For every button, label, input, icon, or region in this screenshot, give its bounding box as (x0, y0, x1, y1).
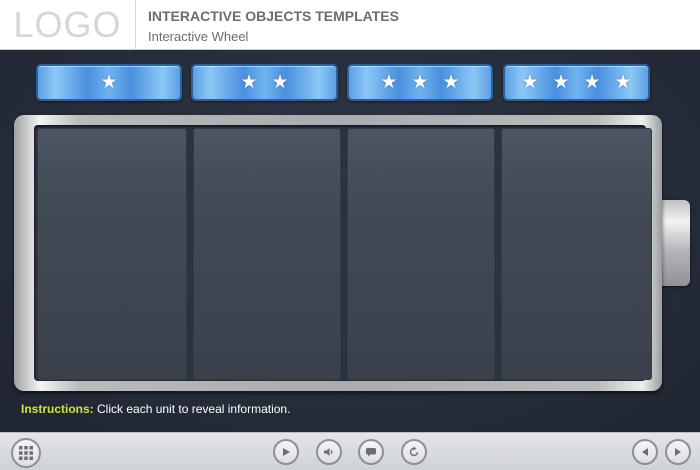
star-icon: ★ (100, 72, 118, 93)
star-icon: ★ (271, 72, 289, 93)
instructions-label: Instructions: (21, 402, 94, 416)
player-control-bar (0, 432, 700, 470)
page-title: INTERACTIVE OBJECTS TEMPLATES (148, 8, 399, 24)
header: LOGO INTERACTIVE OBJECTS TEMPLATES Inter… (0, 0, 700, 50)
next-arrow-icon (675, 448, 681, 456)
page-subtitle: Interactive Wheel (148, 29, 249, 44)
captions-button[interactable] (358, 439, 384, 465)
audio-button[interactable] (316, 439, 342, 465)
previous-button[interactable] (632, 439, 658, 465)
play-icon (283, 448, 290, 456)
battery-terminal (660, 200, 690, 286)
logo: LOGO (0, 0, 136, 50)
battery-unit-1[interactable] (37, 128, 187, 380)
play-button[interactable] (273, 439, 299, 465)
battery-unit-4[interactable] (501, 128, 652, 380)
star-icon: ★ (583, 72, 601, 93)
star-icon: ★ (411, 72, 429, 93)
battery-unit-3[interactable] (347, 128, 495, 380)
star-icon: ★ (240, 72, 258, 93)
replay-icon (409, 446, 419, 457)
prev-arrow-icon (642, 448, 648, 456)
star-icon: ★ (442, 72, 460, 93)
battery-unit-2[interactable] (193, 128, 341, 380)
star-icon: ★ (380, 72, 398, 93)
tab-one-star[interactable]: ★ (36, 64, 182, 101)
instructions: Instructions: Click each unit to reveal … (21, 402, 290, 416)
tab-three-stars[interactable]: ★ ★ ★ (347, 64, 493, 101)
next-button[interactable] (665, 439, 691, 465)
star-icon: ★ (614, 72, 632, 93)
replay-button[interactable] (401, 439, 427, 465)
tab-two-stars[interactable]: ★ ★ (191, 64, 338, 101)
captions-icon (366, 448, 376, 457)
audio-icon (324, 448, 333, 456)
tab-four-stars[interactable]: ★ ★ ★ ★ (503, 64, 650, 101)
star-icon: ★ (521, 72, 539, 93)
instructions-text: Click each unit to reveal information. (97, 402, 291, 416)
grid-menu-icon (19, 446, 33, 460)
star-icon: ★ (552, 72, 570, 93)
menu-button[interactable] (11, 438, 41, 468)
